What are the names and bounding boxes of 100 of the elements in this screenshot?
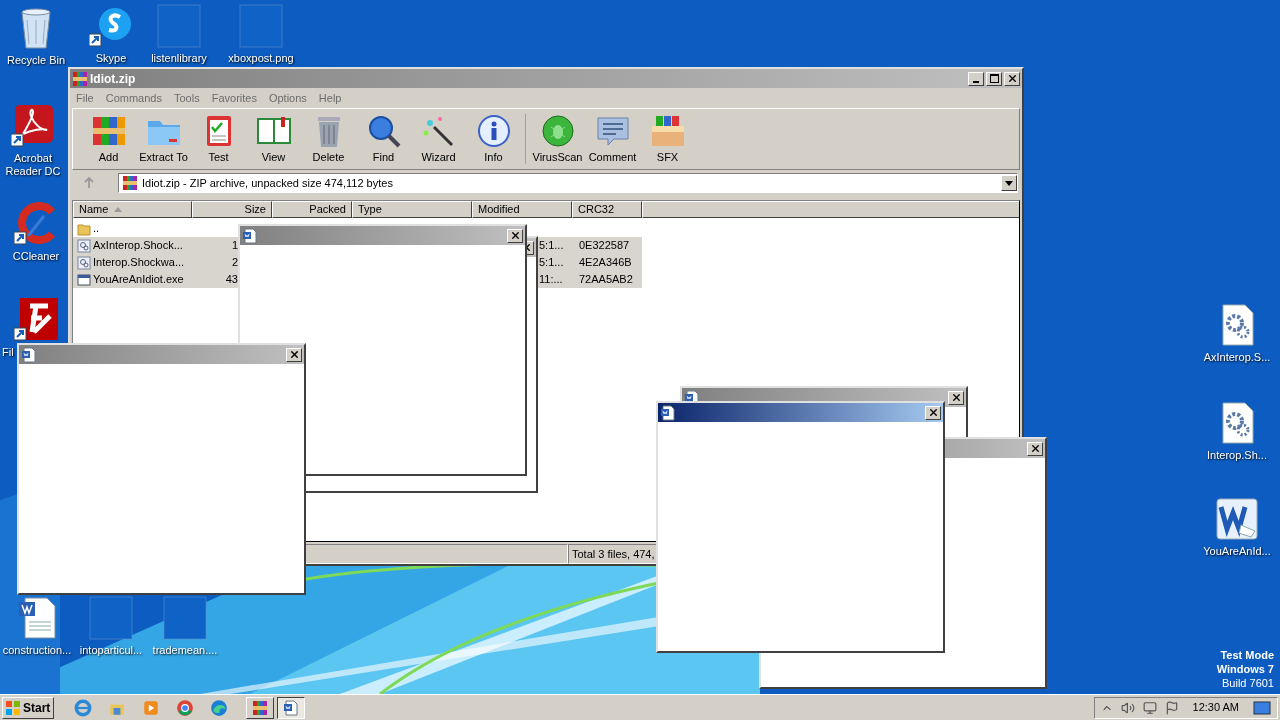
icon-label[interactable]: Recycle Bin xyxy=(6,54,66,67)
filezilla-shortcut-icon xyxy=(14,298,58,342)
status-text: Total 3 files, 474, xyxy=(572,546,655,562)
file-size: 1 xyxy=(231,238,238,254)
column-header[interactable]: Modified xyxy=(472,201,572,218)
close-icon xyxy=(509,230,521,241)
archive-icon xyxy=(72,70,88,87)
gear-file-icon xyxy=(77,238,91,253)
icon-label[interactable]: Fil xyxy=(0,346,14,359)
address-field[interactable]: Idiot.zip - ZIP archive, unpacked size 474,112 bytes xyxy=(118,173,1018,193)
flag-icon[interactable] xyxy=(1164,700,1179,715)
file-size: 43 xyxy=(225,272,238,288)
close-icon xyxy=(288,349,300,360)
caret-icon xyxy=(1005,180,1013,186)
file-name: YouAreAnIdiot.exe xyxy=(93,272,184,288)
document-icon xyxy=(660,404,676,421)
toolbar-button[interactable]: View xyxy=(246,112,301,166)
icon-label[interactable]: Interop.Sh... xyxy=(1207,449,1267,462)
column-header[interactable]: Name xyxy=(73,201,192,218)
menu-item[interactable]: Options xyxy=(268,89,307,107)
menu-item[interactable]: Commands xyxy=(105,89,162,107)
archive-icon xyxy=(122,175,138,191)
menu-item[interactable]: Favorites xyxy=(211,89,257,107)
clock[interactable]: 12:30 AM xyxy=(1192,699,1239,716)
crc-value: 4E2A346B xyxy=(579,255,632,271)
browser-icon[interactable] xyxy=(176,698,194,717)
icon-label[interactable]: xboxpost.png xyxy=(228,52,294,65)
document-icon xyxy=(242,227,258,244)
modified-time: 11:... xyxy=(539,272,563,288)
folder-icon xyxy=(77,221,91,236)
dropdown-button[interactable] xyxy=(1001,175,1017,191)
blank-file-icon xyxy=(89,596,133,640)
toolbar-button[interactable]: Extract To xyxy=(136,112,191,166)
icon-label[interactable]: construction... xyxy=(2,644,72,657)
crc-value: 72AA5AB2 xyxy=(579,272,633,288)
close-button[interactable] xyxy=(1027,441,1043,456)
toolbar-button[interactable]: SFX xyxy=(640,112,695,166)
word-document-icon xyxy=(1215,497,1259,541)
taskbar-button[interactable] xyxy=(277,696,305,719)
watermark-text: Build 7601 xyxy=(1222,676,1274,690)
modified-time: 5:1... xyxy=(539,238,564,254)
close-icon xyxy=(950,392,962,403)
minimize-icon xyxy=(973,80,979,83)
maximize-icon xyxy=(989,74,999,83)
file-name: .. xyxy=(93,221,100,237)
ccleaner-shortcut-icon xyxy=(14,202,58,246)
toolbar-button[interactable]: Wizard xyxy=(411,112,466,166)
file-size: 2 xyxy=(231,255,238,271)
program-icon xyxy=(77,272,91,287)
icon-label[interactable]: Acrobat Reader DC xyxy=(0,152,66,178)
watermark-text: Test Mode xyxy=(1220,648,1274,662)
speaker-icon[interactable] xyxy=(1120,700,1135,715)
close-button[interactable] xyxy=(507,228,523,243)
close-button[interactable] xyxy=(925,405,941,420)
archive-icon xyxy=(252,699,268,716)
sort-icon xyxy=(114,207,123,212)
icon-label[interactable]: AxInterop.S... xyxy=(1203,351,1271,364)
crc-value: 0E322587 xyxy=(579,238,630,254)
column-header[interactable]: Type xyxy=(352,201,472,218)
file-name: AxInterop.Shock... xyxy=(93,238,183,254)
document-icon xyxy=(283,699,299,716)
start-button[interactable]: Start xyxy=(2,696,54,719)
toolbar-button[interactable]: Delete xyxy=(301,112,356,166)
icon-label[interactable]: Skype xyxy=(95,52,127,65)
close-icon xyxy=(927,407,939,418)
gear-file-icon xyxy=(77,255,91,270)
modified-time: 5:1... xyxy=(539,255,564,271)
show-desktop-icon[interactable] xyxy=(1253,700,1271,715)
close-button[interactable] xyxy=(948,390,964,405)
close-button[interactable] xyxy=(286,347,302,362)
document-icon xyxy=(21,346,37,363)
browser-icon[interactable] xyxy=(210,698,228,717)
windows-logo-icon xyxy=(5,699,21,716)
close-icon xyxy=(1006,73,1018,84)
column-header[interactable]: CRC32 xyxy=(572,201,642,218)
toolbar-button[interactable]: Info xyxy=(466,112,521,166)
column-header[interactable]: Size xyxy=(192,201,272,218)
toolbar-button[interactable]: Comment xyxy=(585,112,640,166)
blank-file-icon xyxy=(239,4,283,48)
close-icon xyxy=(1029,443,1041,454)
minimize-button[interactable] xyxy=(968,71,984,86)
icon-label[interactable]: YouAreAnId... xyxy=(1203,545,1271,558)
network-icon[interactable] xyxy=(1142,700,1157,715)
close-button[interactable] xyxy=(1004,71,1020,86)
acrobat-shortcut-icon xyxy=(11,104,55,148)
maximize-button[interactable] xyxy=(986,71,1002,86)
column-header[interactable]: Packed xyxy=(272,201,352,218)
watermark-text: Windows 7 xyxy=(1216,662,1274,676)
file-name: Interop.Shockwa... xyxy=(93,255,185,271)
address-text: Idiot.zip - ZIP archive, unpacked size 474,112 bytes xyxy=(142,175,394,191)
toolbar-button[interactable]: Test xyxy=(191,112,246,166)
toolbar-button[interactable]: Find xyxy=(356,112,411,166)
icon-label[interactable]: CCleaner xyxy=(12,250,60,263)
menu-item[interactable]: Tools xyxy=(174,89,200,107)
blank-file-icon xyxy=(157,4,201,48)
window-title: Idiot.zip xyxy=(90,70,136,88)
icon-label[interactable]: listenlibrary xyxy=(151,52,207,65)
toolbar-button[interactable]: Add xyxy=(81,112,136,166)
toolbar-button[interactable]: VirusScan xyxy=(530,112,585,166)
blank-file-icon xyxy=(163,596,207,640)
